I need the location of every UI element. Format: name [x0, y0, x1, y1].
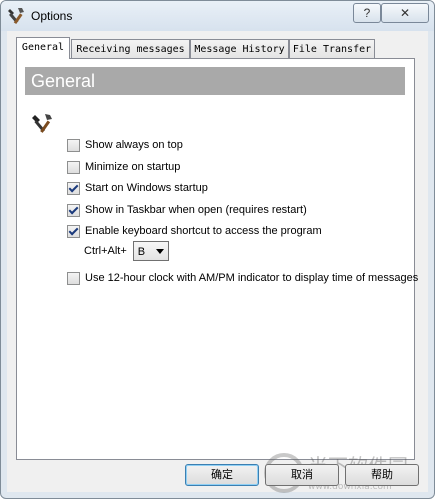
option-label: Show in Taskbar when open (requires rest… — [85, 204, 307, 216]
tab-receiving-messages[interactable]: Receiving messages — [71, 39, 190, 59]
tools-icon — [32, 114, 52, 133]
checkbox[interactable] — [67, 181, 80, 195]
checkbox[interactable] — [67, 224, 80, 238]
checkbox[interactable] — [67, 160, 80, 174]
option-minimize-on-startup[interactable]: Minimize on startup — [67, 159, 180, 175]
option-start-on-windows-startup[interactable]: Start on Windows startup — [67, 180, 208, 196]
client-area: General Receiving messages Message Histo… — [7, 31, 428, 493]
window-title: Options — [31, 9, 73, 23]
cancel-button[interactable]: 取消 — [265, 464, 339, 486]
option-show-in-taskbar[interactable]: Show in Taskbar when open (requires rest… — [67, 202, 307, 218]
checkbox[interactable] — [67, 203, 80, 217]
option-label: Minimize on startup — [85, 161, 181, 173]
option-12-hour-clock[interactable]: Use 12-hour clock with AM/PM indicator t… — [67, 270, 418, 286]
shortcut-label: Ctrl+Alt+ — [84, 245, 127, 257]
option-label: Enable keyboard shortcut to access the p… — [85, 225, 322, 237]
option-show-always-on-top[interactable]: Show always on top — [67, 137, 183, 153]
section-header: General — [25, 67, 405, 95]
title-bar[interactable]: Options ? ✕ — [1, 1, 434, 31]
tab-file-transfer[interactable]: File Transfer — [289, 39, 375, 59]
general-panel: General Show always on top Minimize on s… — [16, 58, 418, 460]
tab-message-history[interactable]: Message History — [190, 39, 289, 59]
option-label: Use 12-hour clock with AM/PM indicator t… — [85, 272, 419, 284]
option-label: Show always on top — [85, 139, 183, 151]
checkbox[interactable] — [67, 138, 80, 152]
options-window: Options ? ✕ General Receiving messages M… — [0, 0, 435, 499]
option-enable-keyboard-shortcut[interactable]: Enable keyboard shortcut to access the p… — [67, 223, 322, 239]
help-button[interactable]: 帮助 — [345, 464, 419, 486]
help-title-button[interactable]: ? — [353, 3, 381, 23]
close-button[interactable]: ✕ — [381, 3, 429, 23]
chevron-down-icon — [155, 249, 164, 254]
shortcut-key-value: B — [137, 246, 146, 258]
tab-general[interactable]: General — [16, 37, 70, 59]
shortcut-key-select[interactable]: B — [132, 241, 169, 261]
ok-button[interactable]: 确定 — [185, 464, 259, 486]
shortcut-row: Ctrl+Alt+ B — [84, 241, 169, 261]
checkbox[interactable] — [67, 271, 80, 285]
tools-icon — [8, 8, 24, 25]
option-label: Start on Windows startup — [85, 182, 208, 194]
